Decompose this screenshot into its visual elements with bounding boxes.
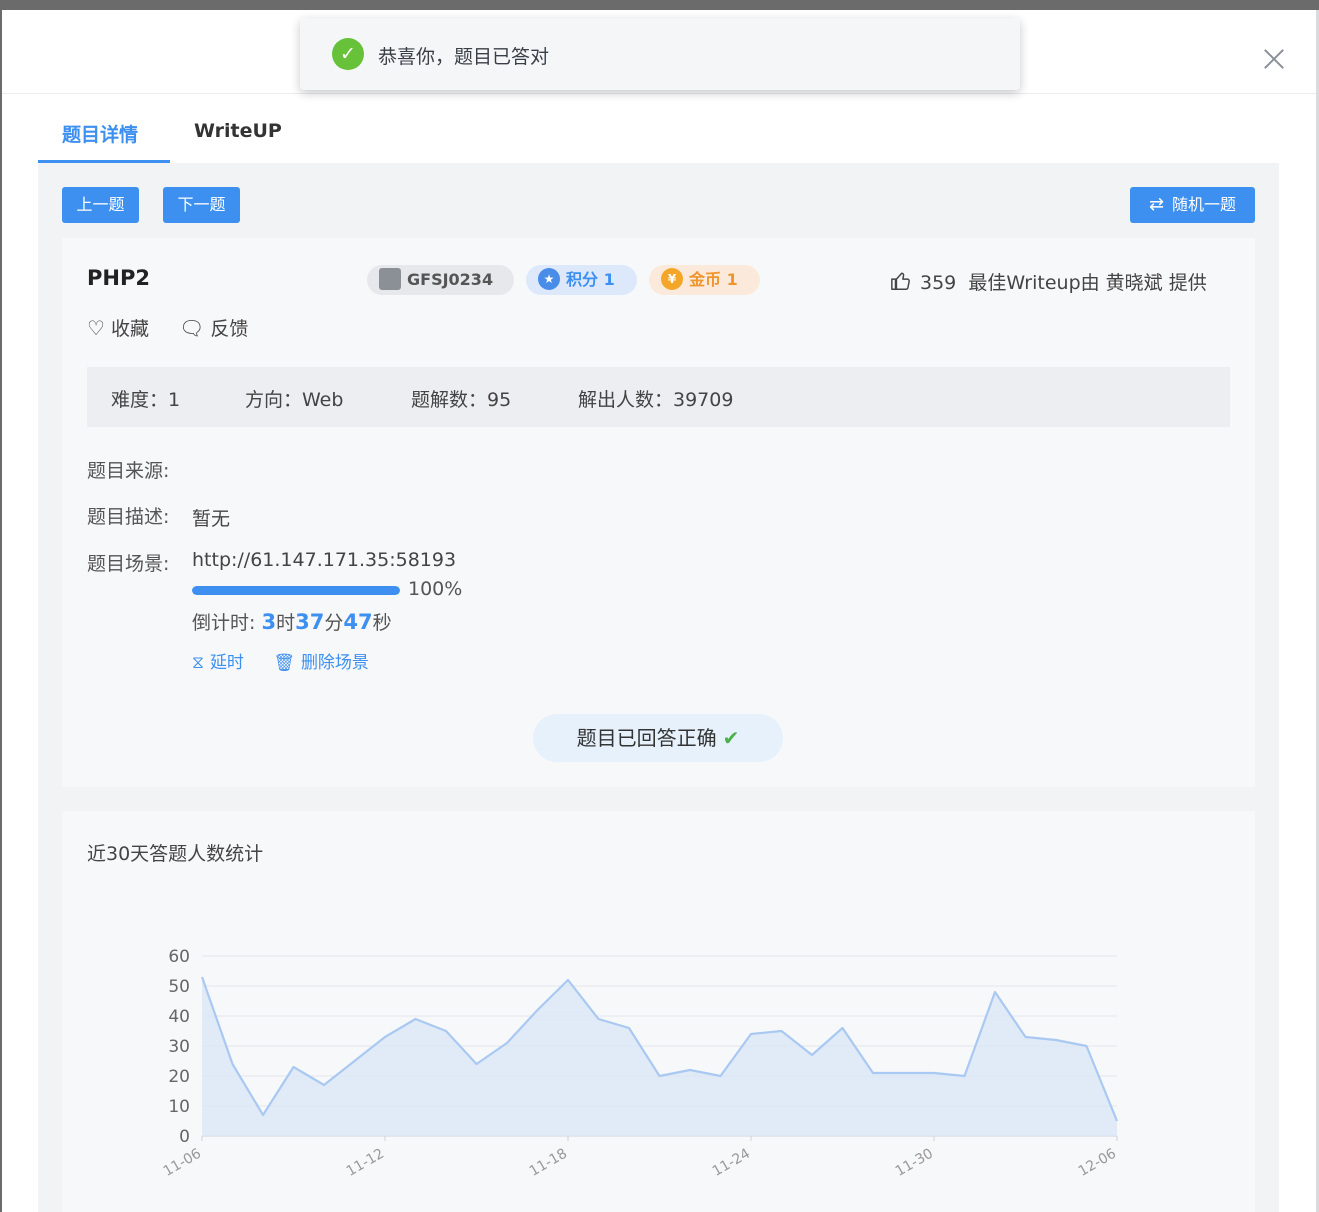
progress-fill [192,586,400,595]
y-tick-label: 60 [168,947,190,967]
tab-challenge-detail[interactable]: 题目详情 [62,120,138,147]
answered-correct-status: 题目已回答正确 ✔ [533,714,783,762]
scene-progress-bar [192,586,400,595]
challenge-modal: 题目详情 WriteUP 上一题 下一题 ⇄ 随机一题 PHP2 GFSJ0234… [2,10,1316,1212]
challenge-id: GFSJ0234 [407,270,494,289]
x-tick-label: 11-12 [344,1146,387,1180]
coin-value: 金币 1 [689,270,738,289]
countdown-hours-unit: 时 [276,612,296,634]
direction: 方向：Web [245,389,344,411]
countdown-seconds: 47 [343,610,373,634]
challenge-title: PHP2 [87,266,150,290]
random-challenge-label: 随机一题 [1172,195,1237,214]
x-tick-label: 12-06 [1076,1146,1119,1180]
series-area [202,977,1117,1136]
score-value: 积分 1 [566,270,615,289]
challenge-meta: 难度：1 方向：Web 题解数：95 解出人数：39709 [87,367,1230,427]
difficulty: 难度：1 [111,389,181,411]
extend-time-label: 延时 [209,653,244,673]
challenge-id-badge: GFSJ0234 [367,265,514,295]
card-actions: ♡ 收藏 🗨 反馈 [87,314,272,341]
countdown-seconds-unit: 秒 [372,612,392,634]
x-tick-label: 11-30 [893,1146,936,1180]
scene-url[interactable]: http://61.147.171.35:58193 [192,549,456,571]
progress-text: 100% [408,578,463,600]
delete-scene-button[interactable]: 🗑 删除场景 [273,648,369,673]
challenge-card: PHP2 GFSJ0234 ★ 积分 1 ¥ 金币 1 359 最佳Writeup由… [62,238,1255,787]
heart-icon: ♡ [87,316,105,340]
likes-count: 359 [920,272,957,294]
score-badge: ★ 积分 1 [526,265,637,295]
check-circle-icon: ✓ [332,38,364,70]
countdown-minutes: 37 [295,610,325,634]
answered-label: 题目已回答正确 [576,726,717,750]
countdown-hours: 3 [261,610,277,634]
id-avatar-icon [379,267,401,290]
writeup-credit: 最佳Writeup由 黄晓斌 提供 [968,272,1207,294]
prev-challenge-button[interactable]: 上一题 [62,187,139,223]
coin-badge: ¥ 金币 1 [649,265,760,295]
trash-icon: 🗑 [273,653,295,673]
y-tick-label: 10 [168,1097,190,1117]
thumbs-up-icon[interactable] [890,270,912,294]
countdown: 倒计时: 3时37分47秒 [192,608,392,635]
scene-label: 题目场景: [87,553,170,575]
comment-icon: 🗨 [179,316,205,340]
random-challenge-button[interactable]: ⇄ 随机一题 [1130,187,1255,223]
challenge-content: 上一题 下一题 ⇄ 随机一题 PHP2 GFSJ0234 ★ 积分 1 ¥ 金币 1 … [38,163,1279,1212]
likes-info: 359 最佳Writeup由 黄晓斌 提供 [890,268,1207,295]
y-tick-label: 40 [168,1007,190,1027]
feedback-button[interactable]: 🗨 反馈 [179,314,248,341]
success-toast: ✓ 恭喜你，题目已答对 [300,18,1020,90]
countdown-minutes-unit: 分 [324,612,344,634]
feedback-label: 反馈 [210,318,249,340]
scene-actions: ⧖ 延时 🗑 删除场景 [192,648,393,673]
hourglass-icon: ⧖ [192,653,204,673]
y-tick-label: 0 [179,1127,190,1147]
coin-icon: ¥ [661,267,683,290]
checkmark-icon: ✔ [722,726,740,750]
close-icon[interactable] [1260,45,1288,73]
toast-message: 恭喜你，题目已答对 [378,46,550,68]
solve-count: 题解数：95 [411,389,512,411]
x-tick-label: 11-18 [527,1146,570,1180]
shuffle-icon: ⇄ [1148,194,1165,215]
answers-line-chart: 0 10 20 30 40 50 60 11-06 11-12 11-18 11-24 11-30 12… [161,947,1119,1180]
favorite-button[interactable]: ♡ 收藏 [87,314,149,341]
y-tick-label: 30 [168,1037,190,1057]
source-label: 题目来源: [87,460,170,482]
x-tick-label: 11-24 [710,1146,753,1180]
tab-writeup[interactable]: WriteUP [194,120,282,142]
extend-time-button[interactable]: ⧖ 延时 [192,648,244,673]
y-tick-label: 20 [168,1067,190,1087]
favorite-label: 收藏 [110,318,149,340]
delete-scene-label: 删除场景 [300,653,369,673]
next-challenge-button[interactable]: 下一题 [163,187,240,223]
description-label: 题目描述: [87,506,170,528]
x-tick-label: 11-06 [161,1146,204,1180]
y-tick-label: 50 [168,977,190,997]
star-icon: ★ [538,267,560,290]
solver-count: 解出人数：39709 [578,389,734,411]
countdown-label: 倒计时: [192,612,262,634]
stats-chart-card: 近30天答题人数统计 0 10 20 30 40 50 60 11-06 11-12 11-18 1… [62,811,1255,1212]
description-value: 暂无 [192,508,231,530]
